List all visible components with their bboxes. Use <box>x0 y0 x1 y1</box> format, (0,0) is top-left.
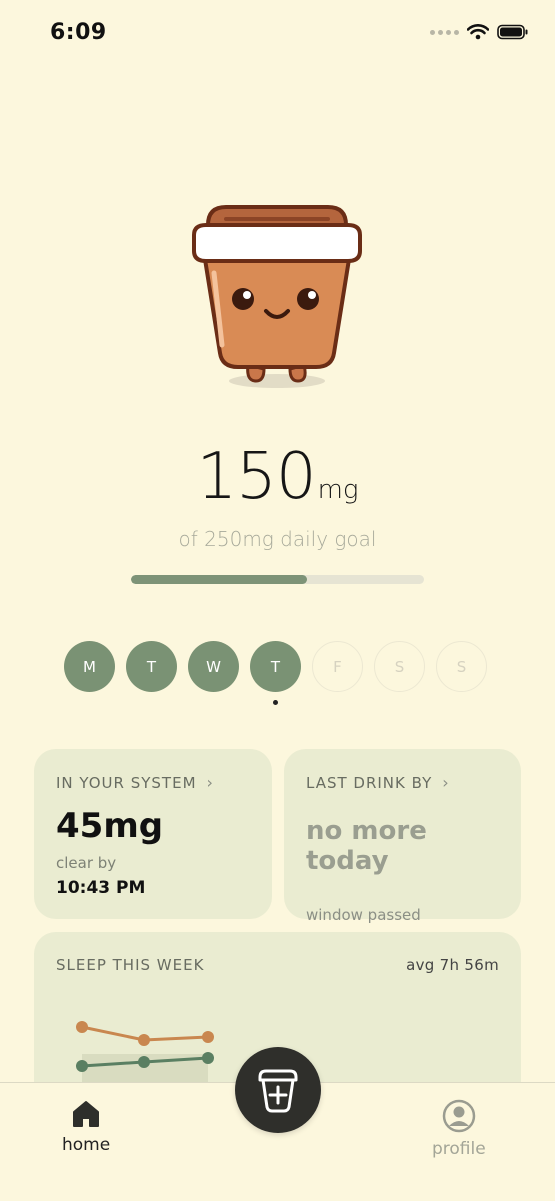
sleep-average: avg 7h 56m <box>406 956 499 974</box>
status-time: 6:09 <box>50 20 107 45</box>
clear-by-label: clear by <box>56 854 117 872</box>
day-label: W <box>206 657 221 676</box>
day-tuesday[interactable]: T <box>126 641 177 692</box>
chevron-right-icon: › <box>442 773 450 792</box>
tab-home[interactable]: home <box>62 1099 110 1155</box>
battery-icon <box>497 24 528 40</box>
system-caffeine-value: 45mg <box>56 806 164 846</box>
last-drink-value: no more today <box>306 816 427 876</box>
card-title: IN YOUR SYSTEM › <box>56 773 250 792</box>
caffeine-point <box>202 1031 214 1043</box>
last-drink-title: LAST DRINK BY <box>306 773 433 792</box>
card-title: LAST DRINK BY › <box>306 773 499 792</box>
add-cup-icon <box>258 1069 298 1113</box>
last-drink-card[interactable]: LAST DRINK BY › no more today window pas… <box>284 749 521 924</box>
day-friday[interactable]: F <box>312 641 363 692</box>
tab-profile[interactable]: profile <box>432 1099 486 1159</box>
day-sunday[interactable]: S <box>436 641 487 692</box>
chevron-right-icon: › <box>206 773 214 792</box>
week-day-selector: M T W T F S S <box>64 641 487 705</box>
sleep-title: SLEEP THIS WEEK <box>56 956 205 974</box>
day-label: F <box>333 657 342 676</box>
day-label: S <box>456 657 467 676</box>
sleep-point <box>76 1060 88 1072</box>
system-title: IN YOUR SYSTEM <box>56 773 197 792</box>
coffee-cup-mascot-icon <box>192 205 362 388</box>
day-label: T <box>270 657 281 676</box>
amount-unit: mg <box>317 475 359 505</box>
status-icons <box>430 24 529 40</box>
goal-progress-bar <box>131 575 424 584</box>
goal-progress-fill <box>131 575 307 584</box>
today-indicator <box>273 700 278 705</box>
day-monday[interactable]: M <box>64 641 115 692</box>
home-label: home <box>62 1135 111 1155</box>
profile-icon <box>442 1099 476 1133</box>
in-your-system-card[interactable]: IN YOUR SYSTEM › 45mg clear by 10:43 PM <box>34 749 272 919</box>
clear-by-time: 10:43 PM <box>56 878 146 898</box>
day-thursday[interactable]: T <box>250 641 301 705</box>
profile-label: profile <box>432 1139 486 1159</box>
home-icon <box>73 1101 100 1127</box>
amount-value: 150 <box>196 440 316 514</box>
day-label: M <box>83 657 96 676</box>
caffeine-point <box>138 1034 150 1046</box>
day-label: S <box>394 657 405 676</box>
daily-goal-text: of 250mg daily goal <box>178 527 377 551</box>
caffeine-point <box>76 1021 88 1033</box>
wifi-icon <box>467 24 489 40</box>
day-label: T <box>146 657 157 676</box>
sleep-point <box>138 1056 150 1068</box>
day-wednesday[interactable]: W <box>188 641 239 692</box>
signal-icon <box>430 29 459 35</box>
sleep-point <box>202 1052 214 1064</box>
add-drink-button[interactable] <box>235 1047 321 1133</box>
caffeine-amount: 150mg <box>0 440 555 514</box>
last-drink-sub: window passed <box>306 906 421 924</box>
status-bar: 6:09 <box>0 0 555 70</box>
day-saturday[interactable]: S <box>374 641 425 692</box>
